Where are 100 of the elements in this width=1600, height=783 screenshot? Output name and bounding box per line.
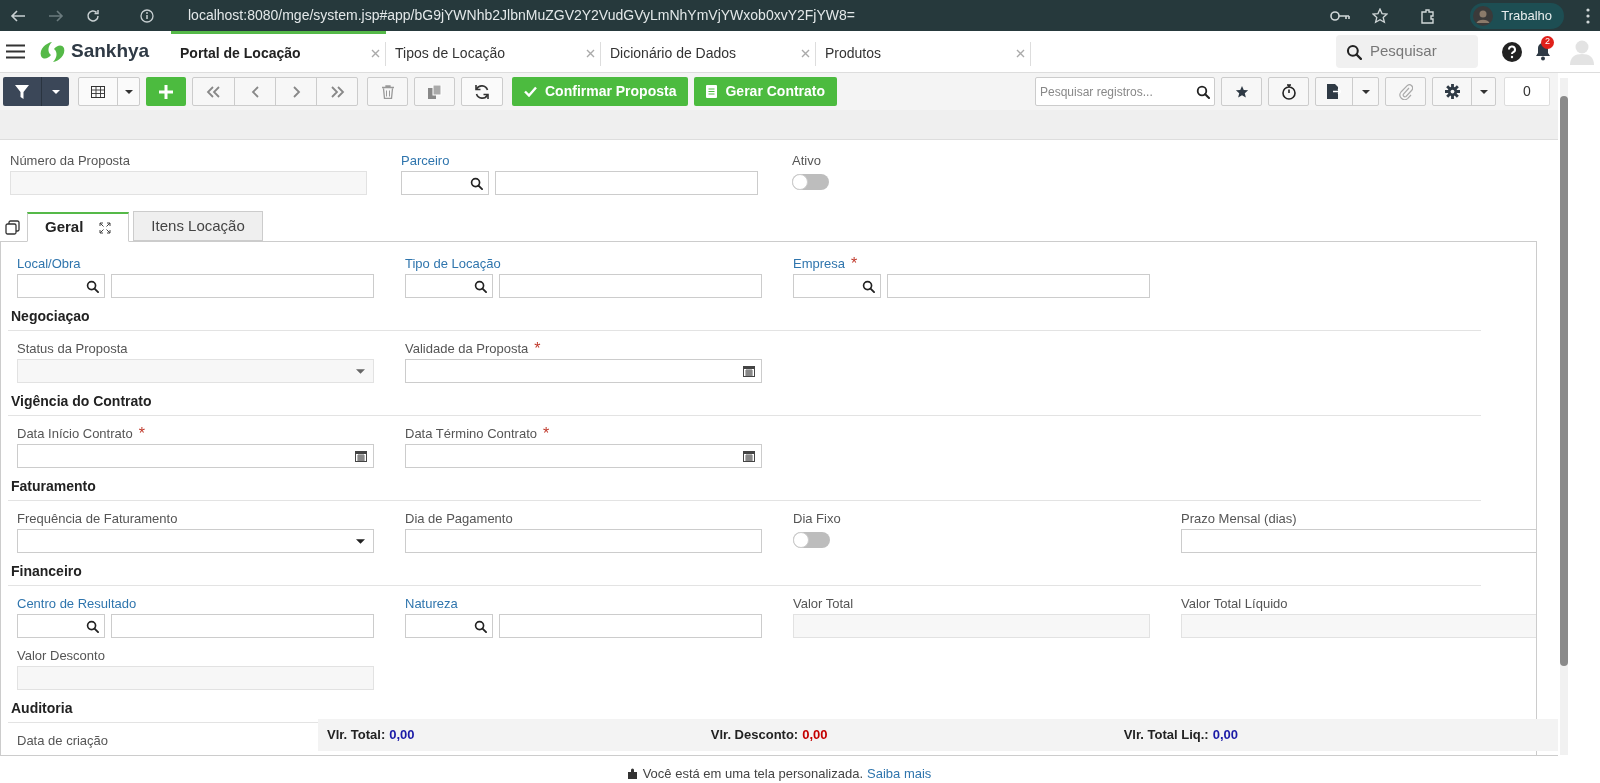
text-field[interactable] [405,529,762,553]
field-label: Número da Proposta [10,151,130,170]
search-icon [1346,43,1362,60]
total-value: 0,00 [1212,726,1238,745]
form-tab[interactable]: Geral [27,212,130,242]
total-label: Vlr. Total: [327,726,386,745]
text-field[interactable] [110,614,374,638]
required-mark: * [851,255,858,272]
scrollbar[interactable] [1560,78,1568,755]
check-icon [524,86,537,97]
lookup-field[interactable] [401,171,489,195]
reload-icon[interactable] [86,8,100,23]
caret-icon [356,368,365,374]
search-icon [85,279,99,293]
forward-icon[interactable] [48,8,64,23]
caret-icon [1479,89,1488,94]
total-label: Vlr. Total Liq.: [1123,726,1209,745]
field-label: Natureza [405,594,458,613]
date-field[interactable] [405,444,762,468]
toggle-switch[interactable] [793,532,830,548]
text-field[interactable] [1181,529,1536,553]
search-icon [1196,84,1210,99]
close-icon[interactable] [586,48,595,58]
search-icon [473,279,487,293]
help-icon[interactable] [1502,41,1522,62]
trash-icon [381,84,394,99]
required-mark: * [534,340,541,357]
star-icon[interactable] [1372,7,1389,24]
form-tab[interactable]: Itens Locação [133,211,263,241]
add-button[interactable] [146,77,186,106]
toggle-switch[interactable] [792,174,829,190]
delete-button[interactable] [367,77,408,106]
search-field[interactable]: Pesquisar [1336,35,1478,68]
favorite-button[interactable] [1221,77,1262,106]
field-label: Prazo Mensal (dias) [1181,509,1297,528]
notification-badge: 2 [1541,35,1554,49]
back-icon[interactable] [10,8,26,23]
close-icon[interactable] [801,48,810,58]
field-label: Status da Proposta [17,339,128,358]
field-label: Valor Total [793,594,854,613]
copy-icon[interactable] [5,220,20,235]
lookup-field[interactable] [17,614,105,638]
required-mark: * [138,425,145,442]
expand-icon[interactable] [99,221,112,234]
close-icon[interactable] [371,48,380,58]
text-field[interactable] [110,274,374,298]
date-field[interactable] [405,359,762,383]
menu-icon[interactable] [6,44,25,59]
search-icon [473,619,487,633]
text-field[interactable] [498,614,762,638]
settings-icon [1444,84,1460,99]
record-search-field[interactable]: Pesquisar registros... [1035,77,1215,106]
field-label: Dia Fixo [793,509,841,528]
profile-button[interactable]: Trabalho [1470,2,1564,29]
footer-text: Você está em uma tela personalizada. [642,764,864,783]
tab[interactable]: Tipos de Locação [395,42,505,64]
search-icon [469,176,483,190]
stopwatch-icon [1281,83,1296,100]
required-mark: * [543,425,550,442]
text-field[interactable] [498,274,762,298]
record-navigation-group[interactable] [192,77,358,106]
caret-icon [1361,89,1370,94]
plus-icon [159,84,173,99]
lookup-field[interactable] [405,614,493,638]
refresh-icon [474,83,490,100]
info-icon[interactable] [140,8,154,23]
section-title: Faturamento [10,477,97,494]
field-label: Data de criação [17,731,109,750]
tab[interactable]: Portal de Locação [180,42,301,64]
section-title: Vigência do Contrato [10,392,153,409]
text-field[interactable] [494,171,758,195]
attachment-button[interactable] [1385,77,1426,106]
timer-button[interactable] [1268,77,1309,106]
more-icon[interactable] [1586,7,1590,24]
select-field[interactable] [17,529,374,553]
section-title: Negociaçao [10,307,91,324]
key-icon[interactable] [1330,9,1351,22]
lookup-field[interactable] [793,274,881,298]
duplicate-button[interactable] [414,77,455,106]
double-chevron-left-icon [206,85,221,98]
grid-icon [91,85,105,98]
refresh-button[interactable] [461,77,503,106]
field-label: Parceiro [401,151,450,170]
tab[interactable]: Produtos [825,42,882,64]
lookup-field[interactable] [405,274,493,298]
close-icon[interactable] [1016,48,1025,58]
total-label: Vlr. Desconto: [710,726,799,745]
calendar-icon [355,450,367,462]
tab[interactable]: Dicionário de Dados [610,42,737,64]
search-icon [861,279,875,293]
section-title: Financeiro [10,562,83,579]
extension-icon[interactable] [1420,7,1437,24]
text-field[interactable] [886,274,1150,298]
avatar-icon [1473,5,1494,26]
field-label: Empresa [793,254,846,273]
learn-more-link[interactable]: Saiba mais [867,763,932,783]
address-bar-url[interactable]: localhost:8080/mge/system.jsp#app/bG9jYWNhb2JlbnMuZGV2Y2VudGVyLmNhYmVjYWxob0xvY2FjYW8= [188,5,855,26]
date-field[interactable] [17,444,374,468]
lookup-field[interactable] [17,274,105,298]
field-label: Validade da Proposta [405,339,529,358]
